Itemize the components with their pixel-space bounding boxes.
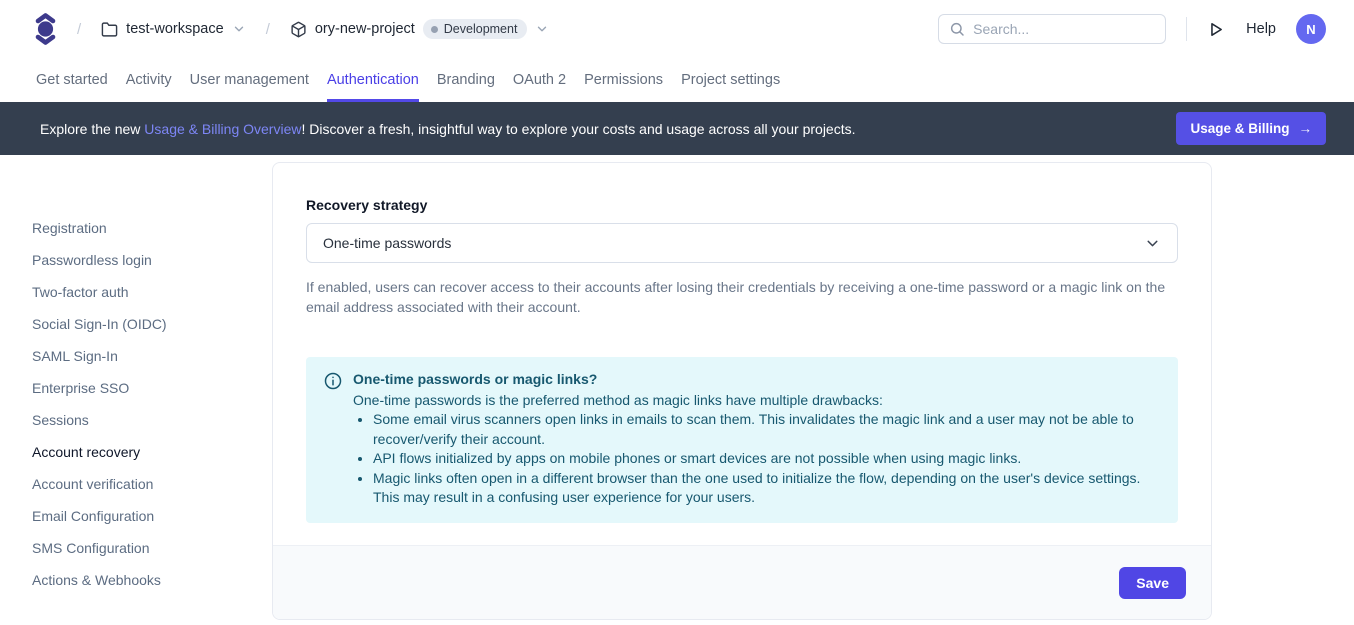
usage-billing-banner: Explore the new Usage & Billing Overview… bbox=[0, 102, 1354, 155]
tab-get-started[interactable]: Get started bbox=[36, 58, 108, 102]
recovery-strategy-label: Recovery strategy bbox=[306, 197, 1178, 213]
search-icon bbox=[949, 21, 965, 37]
arrow-right-icon: → bbox=[1299, 121, 1313, 136]
project-switcher[interactable]: ory-new-project Development bbox=[290, 19, 550, 39]
help-link[interactable]: Help bbox=[1246, 21, 1276, 37]
info-box: One-time passwords or magic links? One-t… bbox=[306, 357, 1178, 523]
usage-billing-button-label: Usage & Billing bbox=[1190, 121, 1289, 136]
sidebar-item-passwordless-login[interactable]: Passwordless login bbox=[32, 251, 272, 269]
chevron-down-icon bbox=[232, 22, 246, 36]
breadcrumb-separator: / bbox=[266, 21, 270, 38]
tab-oauth2[interactable]: OAuth 2 bbox=[513, 58, 566, 102]
project-name: ory-new-project bbox=[315, 21, 415, 37]
header-divider bbox=[1186, 17, 1187, 41]
sidebar-item-account-recovery[interactable]: Account recovery bbox=[32, 443, 272, 461]
header-actions: Help N bbox=[938, 14, 1326, 44]
top-bar: / test-workspace / ory-new-project Devel… bbox=[0, 0, 1354, 58]
tab-project-settings[interactable]: Project settings bbox=[681, 58, 780, 102]
sidebar-item-account-verification[interactable]: Account verification bbox=[32, 475, 272, 493]
breadcrumb-separator: / bbox=[77, 21, 81, 38]
tab-permissions[interactable]: Permissions bbox=[584, 58, 663, 102]
chevron-down-icon bbox=[1144, 235, 1161, 252]
account-recovery-form: Recovery strategy One-time passwords If … bbox=[273, 163, 1211, 523]
workspace-name: test-workspace bbox=[126, 21, 224, 37]
info-box-title: One-time passwords or magic links? bbox=[353, 370, 1162, 390]
sidebar-item-saml-sign-in[interactable]: SAML Sign-In bbox=[32, 347, 272, 365]
search-input[interactable] bbox=[973, 21, 1155, 37]
environment-dot-icon bbox=[431, 26, 438, 33]
info-bullet: Magic links often open in a different br… bbox=[373, 469, 1162, 508]
tab-branding[interactable]: Branding bbox=[437, 58, 495, 102]
chevron-down-icon bbox=[535, 22, 549, 36]
info-bullet: API flows initialized by apps on mobile … bbox=[373, 449, 1162, 469]
play-icon[interactable] bbox=[1207, 21, 1224, 38]
authentication-sidebar: Registration Passwordless login Two-fact… bbox=[0, 155, 272, 625]
sidebar-item-email-configuration[interactable]: Email Configuration bbox=[32, 507, 272, 525]
sidebar-item-social-sign-in[interactable]: Social Sign-In (OIDC) bbox=[32, 315, 272, 333]
account-recovery-card: Recovery strategy One-time passwords If … bbox=[272, 162, 1212, 620]
sidebar-item-enterprise-sso[interactable]: Enterprise SSO bbox=[32, 379, 272, 397]
sidebar-item-registration[interactable]: Registration bbox=[32, 219, 272, 237]
sidebar-item-two-factor-auth[interactable]: Two-factor auth bbox=[32, 283, 272, 301]
tab-user-management[interactable]: User management bbox=[190, 58, 309, 102]
info-icon bbox=[324, 370, 342, 508]
tab-authentication[interactable]: Authentication bbox=[327, 58, 419, 102]
banner-text: Explore the new Usage & Billing Overview… bbox=[40, 121, 856, 137]
info-box-content: One-time passwords or magic links? One-t… bbox=[353, 370, 1162, 508]
usage-billing-overview-link[interactable]: Usage & Billing Overview bbox=[144, 121, 301, 137]
search-box[interactable] bbox=[938, 14, 1166, 44]
banner-text-prefix: Explore the new bbox=[40, 121, 144, 137]
ory-logo-icon[interactable] bbox=[34, 12, 57, 46]
banner-text-suffix: ! Discover a fresh, insightful way to ex… bbox=[301, 121, 855, 137]
recovery-strategy-value: One-time passwords bbox=[323, 235, 451, 251]
avatar[interactable]: N bbox=[1296, 14, 1326, 44]
card-footer: Save bbox=[273, 545, 1211, 619]
workspace-switcher[interactable]: test-workspace bbox=[101, 21, 246, 38]
sidebar-item-actions-webhooks[interactable]: Actions & Webhooks bbox=[32, 571, 272, 589]
recovery-strategy-description: If enabled, users can recover access to … bbox=[306, 277, 1178, 317]
recovery-strategy-select[interactable]: One-time passwords bbox=[306, 223, 1178, 263]
usage-billing-button[interactable]: Usage & Billing → bbox=[1176, 112, 1326, 145]
folder-icon bbox=[101, 21, 118, 38]
content-area: Registration Passwordless login Two-fact… bbox=[0, 155, 1354, 625]
sidebar-item-sessions[interactable]: Sessions bbox=[32, 411, 272, 429]
save-button[interactable]: Save bbox=[1119, 567, 1186, 599]
package-icon bbox=[290, 21, 307, 38]
tab-activity[interactable]: Activity bbox=[126, 58, 172, 102]
environment-badge: Development bbox=[423, 19, 528, 39]
sidebar-item-sms-configuration[interactable]: SMS Configuration bbox=[32, 539, 272, 557]
info-box-intro: One-time passwords is the preferred meth… bbox=[353, 391, 1162, 411]
environment-label: Development bbox=[444, 22, 518, 36]
info-box-bullets: Some email virus scanners open links in … bbox=[353, 410, 1162, 508]
project-nav-tabs: Get started Activity User management Aut… bbox=[0, 58, 1354, 102]
info-bullet: Some email virus scanners open links in … bbox=[373, 410, 1162, 449]
